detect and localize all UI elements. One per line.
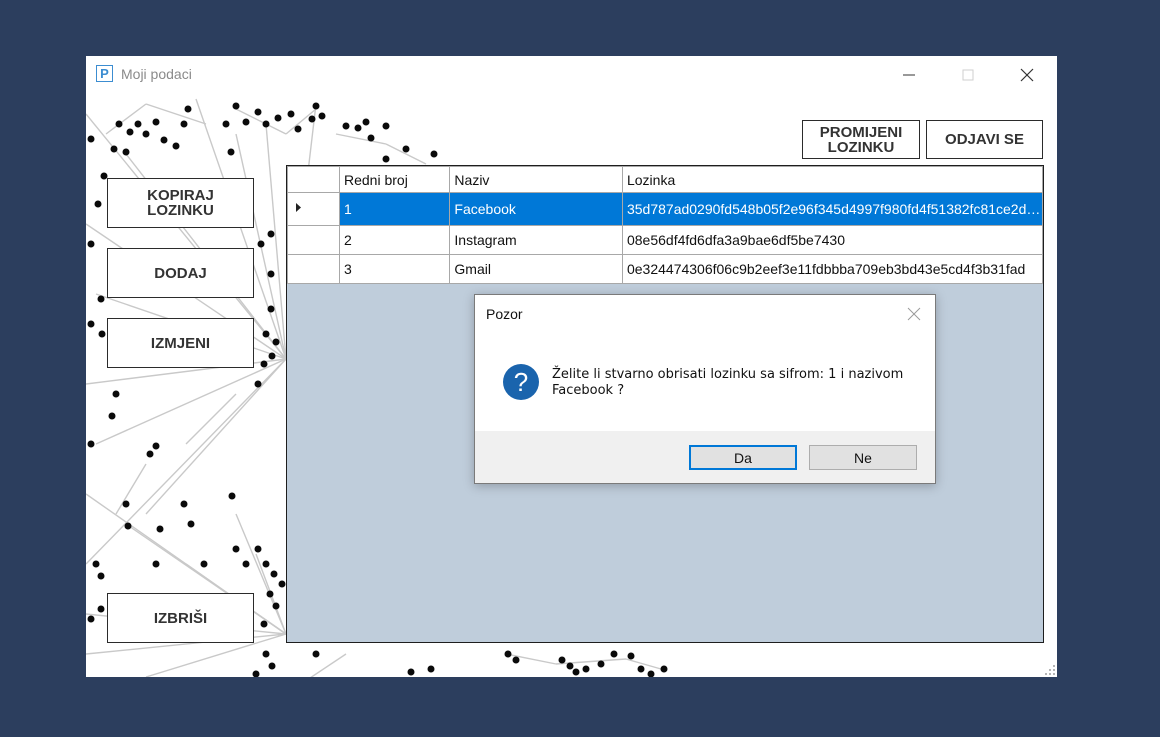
dialog-title: Pozor	[486, 306, 523, 322]
current-row-arrow-icon	[296, 203, 301, 212]
column-header-redni-broj[interactable]: Redni broj	[338, 166, 451, 193]
row-header[interactable]	[287, 254, 340, 284]
close-button[interactable]	[1004, 56, 1050, 94]
passwords-table: Redni broj Naziv Lozinka 1 Facebook 35d7…	[287, 166, 1044, 284]
edit-button[interactable]: IZMJENI	[107, 318, 254, 368]
row-header-corner	[287, 166, 340, 193]
resize-grip-icon[interactable]	[1044, 664, 1056, 676]
cell-naziv[interactable]: Facebook	[449, 192, 623, 226]
cell-lozinka[interactable]: 35d787ad0290fd548b05f2e96f345d4997f980fd…	[621, 192, 1044, 226]
change-password-label: PROMIJENI LOZINKU	[819, 123, 903, 156]
cell-naziv[interactable]: Gmail	[449, 254, 623, 284]
column-header-lozinka[interactable]: Lozinka	[621, 166, 1044, 193]
row-header[interactable]	[287, 192, 340, 226]
yes-button[interactable]: Da	[689, 445, 797, 470]
cell-redni-broj[interactable]: 3	[338, 254, 451, 284]
maximize-icon	[962, 69, 974, 81]
question-icon: ?	[503, 364, 539, 400]
add-label: DODAJ	[154, 264, 207, 282]
row-header[interactable]	[287, 225, 340, 255]
maximize-button[interactable]	[945, 56, 991, 94]
table-row[interactable]: 1 Facebook 35d787ad0290fd548b05f2e96f345…	[287, 192, 1044, 226]
minimize-icon	[903, 74, 915, 76]
title-bar[interactable]: P Moji podaci	[86, 56, 1057, 94]
add-button[interactable]: DODAJ	[107, 248, 254, 298]
change-password-button[interactable]: PROMIJENI LOZINKU	[802, 120, 920, 159]
logout-label: ODJAVI SE	[945, 131, 1024, 148]
copy-password-button[interactable]: KOPIRAJ LOZINKU	[107, 178, 254, 228]
cell-naziv[interactable]: Instagram	[449, 225, 623, 255]
minimize-button[interactable]	[886, 56, 932, 94]
cell-redni-broj[interactable]: 2	[338, 225, 451, 255]
dialog-close-icon[interactable]	[907, 307, 921, 321]
cell-lozinka[interactable]: 0e324474306f06c9b2eef3e11fdbbba709eb3bd4…	[621, 254, 1044, 284]
dialog-message: Želite li stvarno obrisati lozinku sa si…	[552, 367, 904, 398]
table-row[interactable]: 2 Instagram 08e56df4fd6dfa3a9bae6df5be74…	[287, 225, 1044, 255]
app-icon: P	[96, 65, 113, 82]
copy-password-label: KOPIRAJ LOZINKU	[147, 187, 214, 219]
table-row[interactable]: 3 Gmail 0e324474306f06c9b2eef3e11fdbbba7…	[287, 254, 1044, 284]
delete-label: IZBRIŠI	[153, 609, 208, 627]
column-header-naziv[interactable]: Naziv	[449, 166, 623, 193]
cell-lozinka[interactable]: 08e56df4fd6dfa3a9bae6df5be7430	[621, 225, 1044, 255]
dialog-footer: Da Ne	[475, 431, 935, 483]
window-title: Moji podaci	[121, 66, 192, 82]
table-header-row: Redni broj Naziv Lozinka	[287, 166, 1044, 193]
delete-button[interactable]: IZBRIŠI	[107, 593, 254, 643]
confirm-delete-dialog: Pozor ? Želite li stvarno obrisati lozin…	[474, 294, 936, 484]
logout-button[interactable]: ODJAVI SE	[926, 120, 1043, 159]
edit-label: IZMJENI	[150, 334, 211, 352]
close-icon	[1020, 68, 1034, 82]
no-button[interactable]: Ne	[809, 445, 917, 470]
cell-redni-broj[interactable]: 1	[338, 192, 451, 226]
